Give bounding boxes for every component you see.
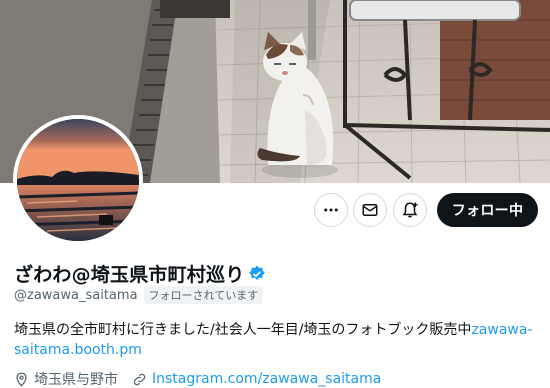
- bio-link-part2[interactable]: saitama.booth.pm: [14, 342, 142, 358]
- message-button[interactable]: [353, 193, 387, 227]
- link-icon: [133, 373, 146, 385]
- bio-link-part1[interactable]: zawawa-: [471, 322, 532, 338]
- profile-meta-row: 埼玉県与野市 Instagram.com/zawawa_saitama: [14, 369, 395, 388]
- bio-text: 埼玉県の全市町村に行きました/社会人一年目/埼玉のフォトブック販売中: [14, 322, 472, 338]
- profile-name-row: ざわわ@埼玉県市町村巡り: [14, 260, 266, 287]
- avatar-sunset-photo: [17, 119, 139, 241]
- follows-you-badge: フォローされています: [143, 286, 264, 304]
- mail-icon: [362, 204, 378, 216]
- location-text: 埼玉県与野市: [34, 372, 118, 388]
- location-pin-icon: [16, 372, 27, 387]
- location-item: 埼玉県与野市: [14, 369, 118, 388]
- profile-avatar[interactable]: [13, 115, 143, 245]
- user-handle: @zawawa_saitama: [14, 287, 138, 303]
- more-horizontal-icon: [324, 208, 338, 212]
- following-button[interactable]: フォロー中: [437, 193, 538, 227]
- notifications-button[interactable]: [393, 193, 427, 227]
- display-name: ざわわ@埼玉県市町村巡り: [14, 264, 245, 286]
- profile-bio: 埼玉県の全市町村に行きました/社会人一年目/埼玉のフォトブック販売中zawawa…: [14, 320, 540, 360]
- handle-row: @zawawa_saitama フォローされています: [14, 286, 264, 304]
- verified-badge-icon[interactable]: [248, 265, 266, 283]
- more-options-button[interactable]: [314, 193, 348, 227]
- website-item[interactable]: Instagram.com/zawawa_saitama: [132, 371, 381, 387]
- website-link[interactable]: Instagram.com/zawawa_saitama: [152, 371, 381, 387]
- bell-plus-icon: [402, 202, 418, 218]
